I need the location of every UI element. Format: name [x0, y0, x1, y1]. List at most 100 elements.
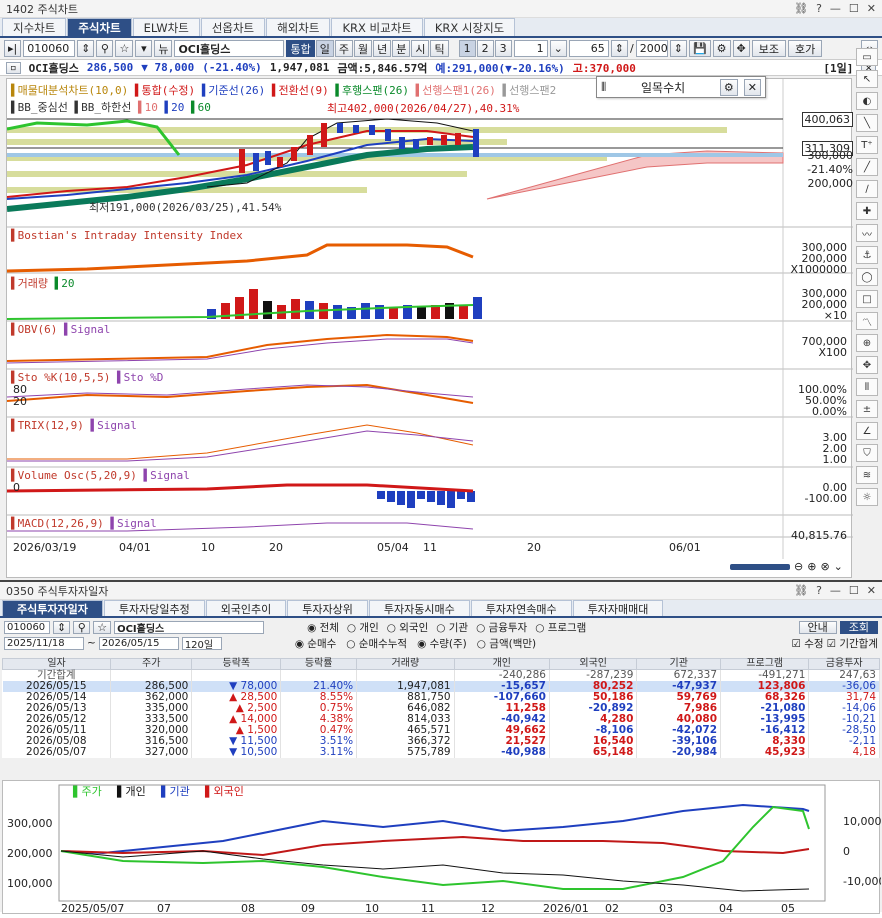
column-header-2[interactable]: 등락폭 — [191, 658, 282, 670]
view-button-1[interactable]: 일 — [315, 40, 334, 57]
info-button[interactable]: 안내 — [798, 620, 837, 634]
investor-tab-5[interactable]: 투자자연속매수 — [470, 600, 572, 616]
column-header-0[interactable]: 일자 — [1, 658, 112, 670]
drawing-tool-icon-9[interactable]: ⚓ — [856, 246, 878, 264]
drawing-tool-icon-6[interactable]: ∕ — [856, 180, 878, 198]
maximize2-icon[interactable]: ☐ — [849, 584, 859, 597]
interval-select[interactable]: 1 — [513, 40, 548, 57]
drawing-tool-icon-11[interactable]: □ — [856, 290, 878, 308]
drawing-tool-icon-3[interactable]: ╲ — [856, 114, 878, 132]
code-input[interactable]: 010060 — [23, 40, 76, 57]
investor-tab-4[interactable]: 투자자동시매수 — [368, 600, 470, 616]
fix-checkbox[interactable]: ☑ 수정 — [792, 636, 824, 651]
drawing-tool-icon-7[interactable]: ✚ — [856, 202, 878, 220]
drawing-tool-icon-12[interactable]: 〽 — [856, 312, 878, 330]
drawing-tool-icon-15[interactable]: ⦀ — [856, 378, 878, 396]
investor-table[interactable]: 일자 주가 등락폭 등락률 거래량 개인 외국인 기관 프로그램 금융투자 기간합계 -240,286… — [1, 658, 880, 758]
investor-tab-3[interactable]: 투자자상위 — [287, 600, 368, 616]
drawing-tool-icon-16[interactable]: ± — [856, 400, 878, 418]
zoom-out-icon[interactable]: ⊖ — [794, 560, 803, 573]
drawing-tool-icon-4[interactable]: T⁺ — [856, 136, 878, 154]
code2-input[interactable]: 010060 — [4, 620, 50, 634]
code2-stepper-icon[interactable]: ⇕ — [53, 620, 71, 634]
drawing-tool-icon-2[interactable]: ◐ — [856, 92, 878, 110]
page-button-0[interactable]: 1 — [458, 40, 476, 57]
zoom-reset-icon[interactable]: ⊗ — [820, 560, 829, 573]
investor-radio-5[interactable]: ○ 프로그램 — [535, 620, 586, 635]
collapse-icon[interactable]: ▫ — [6, 61, 21, 74]
popup-settings-icon[interactable]: ⚙ — [719, 78, 738, 96]
drawing-tool-icon-13[interactable]: ⊕ — [856, 334, 878, 352]
investor-radio-2[interactable]: ○ 외국인 — [387, 620, 428, 635]
tab-1[interactable]: 주식차트 — [67, 18, 132, 36]
unit-radio-3[interactable]: ○ 금액(백만) — [477, 636, 536, 651]
ichimoku-popup[interactable]: ⦀ 일목수치 ⚙ ✕ — [596, 76, 766, 98]
tab-0[interactable]: 지수차트 — [2, 18, 67, 36]
sum-checkbox[interactable]: ☑ 기간합계 — [827, 636, 878, 651]
minimize2-icon[interactable]: — — [830, 584, 841, 597]
aux-button[interactable]: 보조 — [751, 40, 786, 57]
tab-2[interactable]: ELW차트 — [132, 18, 200, 36]
stepper-icon[interactable]: ⇕ — [77, 40, 95, 57]
tab-3[interactable]: 선옵차트 — [200, 18, 266, 36]
column-header-4[interactable]: 거래량 — [356, 658, 455, 670]
table-row[interactable]: 2026/05/13 335,000 ▲ 2,500 0.75% 646,082 11,2… — [2, 702, 880, 714]
table-row[interactable]: 2026/05/11 320,000 ▲ 1,500 0.47% 465,571 49,6… — [2, 724, 880, 736]
quote-button[interactable]: 호가 — [788, 40, 823, 57]
unit-radio-2[interactable]: ◉ 수량(주) — [417, 636, 467, 651]
drawing-tool-icon-19[interactable]: ≋ — [856, 466, 878, 484]
column-header-8[interactable]: 프로그램 — [720, 658, 810, 670]
zoom-in-icon[interactable]: ⊕ — [807, 560, 816, 573]
page-button-1[interactable]: 2 — [476, 40, 494, 57]
table-row[interactable]: 2026/05/14 362,000 ▲ 28,500 8.55% 881,750 -10… — [2, 691, 880, 703]
investor-tab-6[interactable]: 투자자매매대 — [572, 600, 664, 616]
drawing-tool-icon-14[interactable]: ✥ — [856, 356, 878, 374]
tab-6[interactable]: KRX 시장지도 — [423, 18, 516, 36]
table-row[interactable]: 2026/05/07 327,000 ▼ 10,500 3.11% 575,789 -40… — [2, 746, 880, 758]
column-header-6[interactable]: 외국인 — [548, 658, 638, 670]
view-button-4[interactable]: 년 — [373, 40, 392, 57]
count-stepper-icon[interactable]: ⇕ — [610, 40, 629, 57]
popup-close-icon[interactable]: ✕ — [743, 78, 761, 96]
drawing-tool-icon-0[interactable]: ▭ — [856, 48, 878, 66]
view-button-0[interactable]: 통합 — [286, 40, 315, 57]
view-button-3[interactable]: 월 — [353, 40, 373, 57]
view-button-7[interactable]: 틱 — [430, 40, 449, 57]
unit-radio-0[interactable]: ◉ 순매수 — [295, 636, 336, 651]
first-icon[interactable]: ▸| — [4, 40, 22, 57]
maximize-icon[interactable]: ☐ — [849, 2, 859, 15]
star-icon[interactable]: ☆ — [115, 40, 134, 57]
close2-icon[interactable]: ✕ — [867, 584, 876, 597]
range-select[interactable]: 120일 — [181, 636, 222, 651]
investor-radio-0[interactable]: ◉ 전체 — [307, 620, 339, 635]
drawing-tool-icon-10[interactable]: ◯ — [856, 268, 878, 286]
move-icon[interactable]: ✥ — [732, 40, 750, 57]
scroll-down-icon[interactable]: ⌄ — [834, 560, 843, 573]
save-icon[interactable]: 💾 — [688, 40, 711, 57]
tab-5[interactable]: KRX 비교차트 — [331, 18, 423, 36]
interval-dropdown-icon[interactable]: ⌄ — [549, 40, 567, 57]
table-row[interactable]: 2026/05/15 286,500 ▼ 78,000 21.40% 1,947,081… — [2, 680, 880, 692]
column-header-7[interactable]: 기관 — [636, 658, 722, 670]
column-header-5[interactable]: 개인 — [453, 658, 550, 670]
date-from-input[interactable]: 2025/11/18 — [4, 636, 84, 650]
new-icon[interactable]: 뉴 — [154, 40, 173, 57]
drawing-tool-icon-1[interactable]: ↖ — [856, 70, 878, 88]
search2-icon[interactable]: ⚲ — [73, 620, 91, 634]
tab-4[interactable]: 해외차트 — [266, 18, 331, 36]
column-header-3[interactable]: 등락률 — [280, 658, 358, 670]
page-button-2[interactable]: 3 — [494, 40, 512, 57]
view-button-5[interactable]: 분 — [392, 40, 411, 57]
stock-chart-area[interactable]: ▌매물대분석차트(10,0) ▌통합(수정) ▌기준선(26) ▌전환선(9) … — [6, 78, 853, 578]
investor-tab-2[interactable]: 외국인추이 — [205, 600, 287, 616]
unit-radio-1[interactable]: ○ 순매수누적 — [346, 636, 407, 651]
view-button-6[interactable]: 시 — [411, 40, 430, 57]
column-header-9[interactable]: 금융투자 — [808, 658, 880, 670]
search-icon[interactable]: ⚲ — [96, 40, 114, 57]
view-button-2[interactable]: 주 — [334, 40, 353, 57]
scroll-slider[interactable] — [730, 564, 790, 570]
search-button[interactable]: 조회 — [839, 620, 878, 634]
table-row[interactable]: 2026/05/08 316,500 ▼ 11,500 3.51% 366,372 21,… — [2, 735, 880, 747]
settings-icon[interactable]: ⚙ — [712, 40, 731, 57]
date-to-input[interactable]: 2026/05/15 — [98, 636, 179, 650]
